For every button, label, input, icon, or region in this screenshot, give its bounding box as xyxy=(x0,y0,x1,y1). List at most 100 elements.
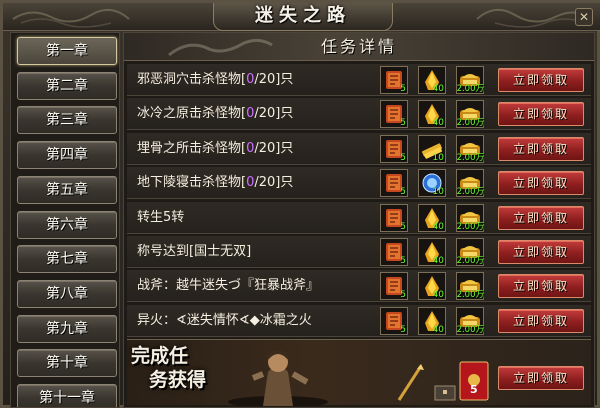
reward-slot[interactable]: 5 xyxy=(380,238,408,266)
chapter-button[interactable]: 第六章 xyxy=(17,210,117,239)
reward-count: 5 xyxy=(400,152,406,163)
chest-icon xyxy=(434,385,456,401)
task-label: 异火：∢迷失情怀∢◆冰霜之火 xyxy=(137,312,312,328)
chapter-button[interactable]: 第十章 xyxy=(17,349,117,378)
chapter-button[interactable]: 第十一章 xyxy=(17,384,117,407)
reward-slot[interactable]: 40 xyxy=(418,238,446,266)
reward-count: 5 xyxy=(400,221,406,232)
task-label: 战斧：越牛迷失づ『狂暴战斧』 xyxy=(137,278,320,294)
reward-slot[interactable]: 2.00万 xyxy=(456,134,484,163)
completion-text-line2: 务获得 xyxy=(149,369,207,391)
reward-slot[interactable]: 5 xyxy=(380,100,408,129)
reward-count: 40 xyxy=(432,221,444,232)
reward-count: 10 xyxy=(432,152,444,163)
task-total: /20]只 xyxy=(254,140,294,156)
reward-count: 5 xyxy=(400,256,406,266)
reward-slot[interactable]: 5 xyxy=(380,203,408,232)
reward-slot[interactable]: 5 xyxy=(380,272,408,301)
chapter-button[interactable]: 第九章 xyxy=(17,314,117,343)
reward-slot[interactable]: 5 xyxy=(380,169,408,198)
completion-reward-banner: 完成任 务获得 5 立即领取 xyxy=(127,339,591,406)
title-bar: 迷失之路 ✕ xyxy=(3,3,600,31)
claim-button[interactable]: 立即领取 xyxy=(498,136,584,161)
reward-slot[interactable]: 40 xyxy=(418,272,446,301)
reward-count: 40 xyxy=(432,324,444,335)
task-name: 地下陵寝击杀怪物[0/20]只 xyxy=(137,167,293,199)
reward-slot[interactable]: 5 xyxy=(380,306,408,335)
reward-count: 5 xyxy=(400,290,406,301)
reward-slot[interactable]: 40 xyxy=(418,100,446,129)
claim-button[interactable]: 立即领取 xyxy=(498,102,584,127)
reward-slot[interactable]: 2.00万 xyxy=(456,169,484,198)
claim-button[interactable]: 立即领取 xyxy=(498,274,584,299)
reward-slot[interactable]: 40 xyxy=(418,306,446,335)
reward-slot[interactable]: 5 xyxy=(380,134,408,163)
reward-slot[interactable]: 40 xyxy=(418,66,446,94)
task-panel: 任务详情 邪恶洞穴击杀怪物[0/20]只 5 40 2.00万 立即领取 冰冷之原击杀怪物… xyxy=(123,32,595,408)
window-title: 迷失之路 xyxy=(213,3,393,31)
chapter-button[interactable]: 第七章 xyxy=(17,245,117,274)
reward-count: 2.00万 xyxy=(456,187,484,198)
chapter-list: 第一章第二章第三章第四章第五章第六章第七章第八章第九章第十章第十一章 xyxy=(10,32,120,408)
reward-count: 5 xyxy=(400,118,406,129)
chapter-button[interactable]: 第三章 xyxy=(17,106,117,135)
task-name: 称号达到[国士无双] xyxy=(137,236,251,268)
warrior-artwork-icon xyxy=(228,350,328,406)
task-row: 异火：∢迷失情怀∢◆冰霜之火 5 40 2.00万 立即领取 xyxy=(127,304,591,337)
chapter-button[interactable]: 第八章 xyxy=(17,279,117,308)
reward-slot[interactable]: 2.00万 xyxy=(456,238,484,266)
claim-final-button[interactable]: 立即领取 xyxy=(498,366,584,390)
spear-icon xyxy=(397,364,424,401)
task-name: 异火：∢迷失情怀∢◆冰霜之火 xyxy=(137,305,312,337)
task-row: 战斧：越牛迷失づ『狂暴战斧』 5 40 2.00万 立即领取 xyxy=(127,270,591,303)
reward-count: 5 xyxy=(400,187,406,198)
reward-slot[interactable]: 10 xyxy=(418,169,446,198)
reward-slot[interactable]: 2.00万 xyxy=(456,100,484,129)
reward-slot[interactable]: 5 xyxy=(380,66,408,94)
completion-text-line1: 完成任 xyxy=(131,345,189,367)
panel-header: 任务详情 xyxy=(124,33,594,61)
chapter-button[interactable]: 第五章 xyxy=(17,175,117,204)
claim-button[interactable]: 立即领取 xyxy=(498,240,584,264)
task-name: 埋骨之所击杀怪物[0/20]只 xyxy=(137,133,293,165)
task-label: 冰冷之原击杀怪物 xyxy=(137,106,242,122)
reward-count: 2.00万 xyxy=(456,152,484,163)
task-name: 冰冷之原击杀怪物[0/20]只 xyxy=(137,98,293,130)
reward-count: 40 xyxy=(432,84,444,94)
red-envelope-icon: 5 xyxy=(459,360,489,402)
reward-count: 5 xyxy=(400,324,406,335)
completion-reward-text: 完成任 务获得 xyxy=(131,344,221,392)
reward-slot[interactable]: 2.00万 xyxy=(456,272,484,301)
task-row: 地下陵寝击杀怪物[0/20]只 5 10 2.00万 立即领取 xyxy=(127,167,591,200)
claim-button[interactable]: 立即领取 xyxy=(498,308,584,333)
reward-count: 2.00万 xyxy=(456,84,484,94)
claim-button[interactable]: 立即领取 xyxy=(498,205,584,230)
task-total: /20]只 xyxy=(254,72,294,87)
reward-count: 40 xyxy=(432,290,444,301)
task-name: 转生5转 xyxy=(137,202,184,234)
reward-count: 5 xyxy=(400,84,406,94)
reward-slot[interactable]: 2.00万 xyxy=(456,66,484,94)
chapter-button[interactable]: 第一章 xyxy=(17,37,117,65)
task-name: 邪恶洞穴击杀怪物[0/20]只 xyxy=(137,64,293,96)
close-icon[interactable]: ✕ xyxy=(575,8,593,26)
reward-count: 40 xyxy=(432,118,444,129)
reward-count: 2.00万 xyxy=(456,256,484,266)
task-label: 转生5转 xyxy=(137,209,185,225)
task-total: /20]只 xyxy=(254,175,294,191)
reward-slot[interactable]: 2.00万 xyxy=(456,203,484,232)
reward-slot[interactable]: 10 xyxy=(418,134,446,163)
chapter-button[interactable]: 第四章 xyxy=(17,141,117,170)
reward-slot[interactable]: 2.00万 xyxy=(456,306,484,335)
task-name: 战斧：越牛迷失づ『狂暴战斧』 xyxy=(137,270,319,302)
chapter-button[interactable]: 第二章 xyxy=(17,71,117,100)
task-row: 冰冷之原击杀怪物[0/20]只 5 40 2.00万 立即领取 xyxy=(127,98,591,131)
task-row: 邪恶洞穴击杀怪物[0/20]只 5 40 2.00万 立即领取 xyxy=(127,64,591,96)
reward-slot[interactable]: 40 xyxy=(418,203,446,232)
reward-count: 2.00万 xyxy=(456,221,484,232)
task-row: 转生5转 5 40 2.00万 立即领取 xyxy=(127,201,591,234)
claim-button[interactable]: 立即领取 xyxy=(498,171,584,196)
claim-button[interactable]: 立即领取 xyxy=(498,68,584,92)
task-row: 称号达到[国士无双] 5 40 2.00万 立即领取 xyxy=(127,236,591,268)
reward-count: 2.00万 xyxy=(456,290,484,301)
